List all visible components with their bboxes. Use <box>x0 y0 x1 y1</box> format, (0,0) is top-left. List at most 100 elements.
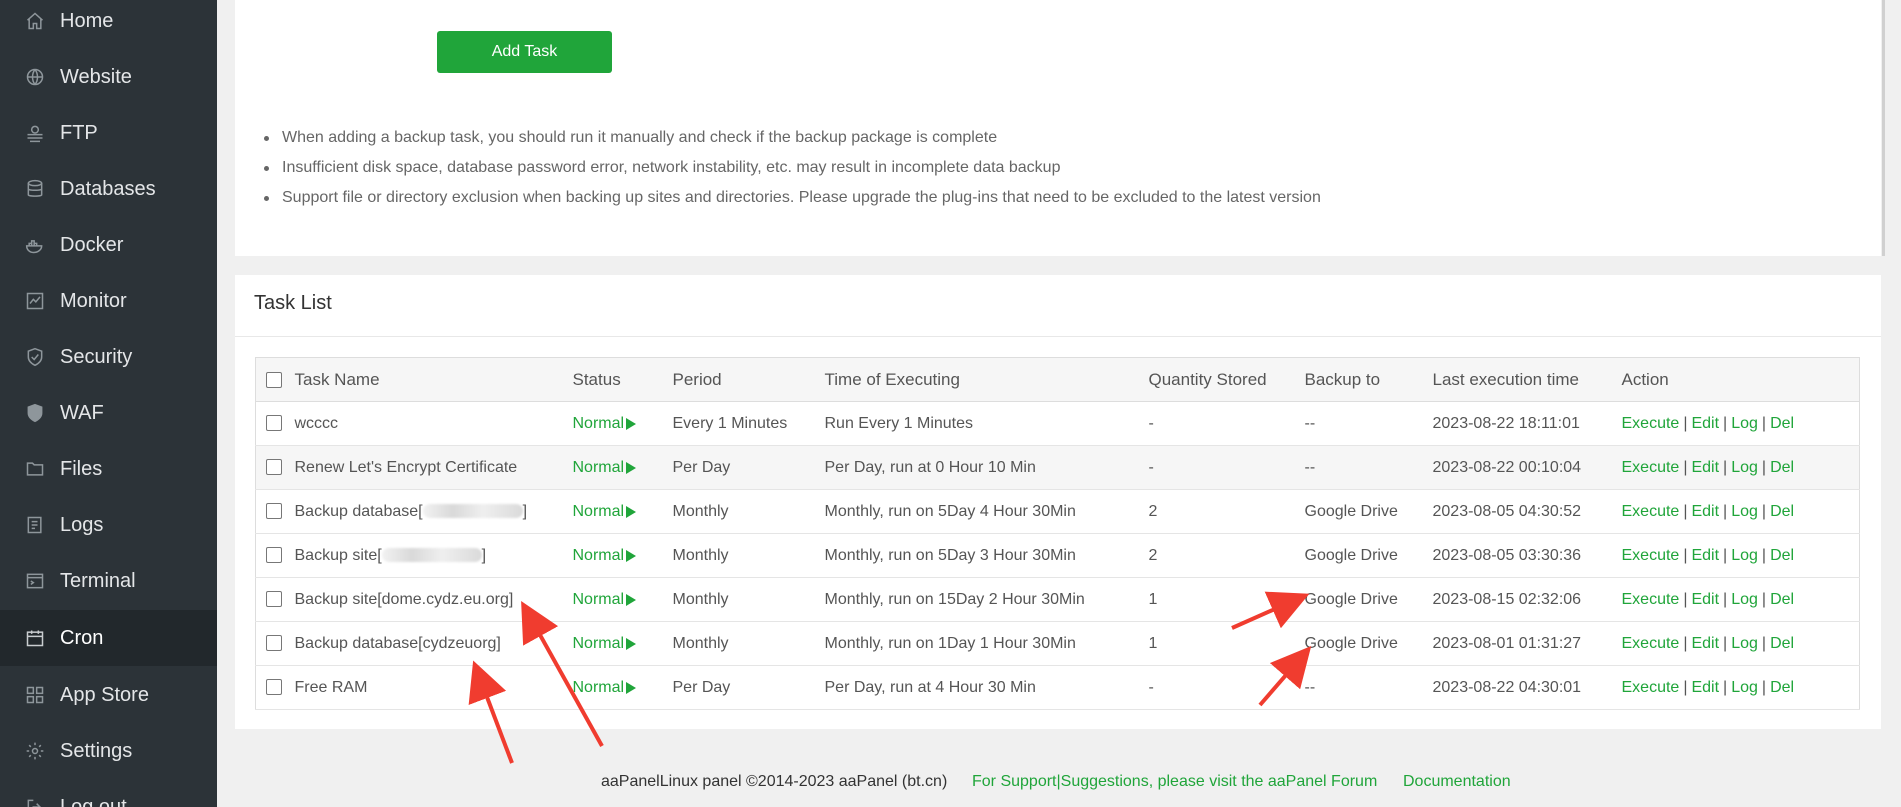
execute-link[interactable]: Execute <box>1622 679 1680 696</box>
log-link[interactable]: Log <box>1731 635 1758 652</box>
sidebar-item-app-store[interactable]: App Store <box>0 667 217 723</box>
action-separator: | <box>1723 546 1728 564</box>
row-checkbox[interactable] <box>266 679 282 696</box>
sidebar-item-security[interactable]: Security <box>0 329 217 385</box>
task-name: Backup site[dome.cydz.eu.org] <box>294 577 573 622</box>
add-task-button[interactable]: Add Task <box>437 31 612 73</box>
execute-link[interactable]: Execute <box>1622 503 1680 520</box>
status-toggle[interactable]: Normal <box>573 503 637 521</box>
row-checkbox[interactable] <box>266 635 282 652</box>
edit-link[interactable]: Edit <box>1691 547 1719 564</box>
play-icon <box>626 505 637 518</box>
log-link[interactable]: Log <box>1731 459 1758 476</box>
task-last-exec: 2023-08-22 00:10:04 <box>1432 445 1622 490</box>
sidebar-item-logout[interactable]: Log out <box>0 779 217 807</box>
column-header: Quantity Stored <box>1148 357 1305 402</box>
task-actions: Execute | Edit | Log | Del <box>1621 577 1860 622</box>
row-checkbox[interactable] <box>266 415 282 432</box>
status-toggle[interactable]: Normal <box>573 635 637 653</box>
ftp-icon <box>24 122 46 144</box>
status-toggle[interactable]: Normal <box>573 591 637 609</box>
page-scrollbar-thumb[interactable] <box>1882 0 1885 256</box>
sidebar-item-cron[interactable]: Cron <box>0 610 217 666</box>
shield-icon <box>24 346 46 368</box>
task-backup-to: -- <box>1304 445 1433 490</box>
delete-link[interactable]: Del <box>1770 591 1794 608</box>
column-header: Action <box>1621 357 1860 402</box>
status-toggle[interactable]: Normal <box>573 547 637 565</box>
task-backup-to: Google Drive <box>1304 577 1433 622</box>
table-row: Backup site[dome.cydz.eu.org] Normal Mon… <box>255 577 1860 622</box>
task-quantity: - <box>1148 445 1305 490</box>
sidebar-item-ftp[interactable]: FTP <box>0 105 217 161</box>
log-link[interactable]: Log <box>1731 503 1758 520</box>
row-checkbox[interactable] <box>266 591 282 608</box>
status-toggle[interactable]: Normal <box>573 415 637 433</box>
delete-link[interactable]: Del <box>1770 503 1794 520</box>
action-separator: | <box>1683 590 1688 608</box>
database-icon <box>24 178 46 200</box>
footer-docs-link[interactable]: Documentation <box>1403 773 1511 791</box>
log-link[interactable]: Log <box>1731 591 1758 608</box>
edit-link[interactable]: Edit <box>1691 591 1719 608</box>
action-separator: | <box>1683 458 1688 476</box>
row-checkbox[interactable] <box>266 503 282 520</box>
row-checkbox[interactable] <box>266 547 282 564</box>
task-actions: Execute | Edit | Log | Del <box>1621 401 1860 446</box>
status-toggle[interactable]: Normal <box>573 679 637 697</box>
table-row: Renew Let's Encrypt Certificate Normal P… <box>255 445 1860 490</box>
log-link[interactable]: Log <box>1731 679 1758 696</box>
sidebar-item-databases[interactable]: Databases <box>0 161 217 217</box>
delete-link[interactable]: Del <box>1770 635 1794 652</box>
delete-link[interactable]: Del <box>1770 547 1794 564</box>
sidebar-item-terminal[interactable]: Terminal <box>0 553 217 609</box>
play-icon <box>626 417 637 430</box>
sidebar-item-settings[interactable]: Settings <box>0 723 217 779</box>
log-link[interactable]: Log <box>1731 547 1758 564</box>
edit-link[interactable]: Edit <box>1691 679 1719 696</box>
sidebar-item-files[interactable]: Files <box>0 441 217 497</box>
execute-link[interactable]: Execute <box>1622 547 1680 564</box>
sidebar-item-logs[interactable]: Logs <box>0 497 217 553</box>
select-all-cell <box>255 357 295 402</box>
edit-link[interactable]: Edit <box>1691 415 1719 432</box>
sidebar-item-label: Logs <box>60 513 104 536</box>
edit-link[interactable]: Edit <box>1691 635 1719 652</box>
action-separator: | <box>1723 458 1728 476</box>
select-all-checkbox[interactable] <box>266 372 282 389</box>
delete-link[interactable]: Del <box>1770 679 1794 696</box>
task-last-exec: 2023-08-05 04:30:52 <box>1432 489 1622 534</box>
task-name: wcccc <box>294 401 573 446</box>
edit-link[interactable]: Edit <box>1691 503 1719 520</box>
redacted-text <box>381 548 482 563</box>
execute-link[interactable]: Execute <box>1622 459 1680 476</box>
sidebar-item-website[interactable]: Website <box>0 49 217 105</box>
log-link[interactable]: Log <box>1731 415 1758 432</box>
sidebar-item-label: Website <box>60 65 132 88</box>
sidebar-item-docker[interactable]: Docker <box>0 217 217 273</box>
execute-link[interactable]: Execute <box>1622 591 1680 608</box>
task-backup-to: Google Drive <box>1304 489 1433 534</box>
edit-link[interactable]: Edit <box>1691 459 1719 476</box>
sidebar-item-label: App Store <box>60 683 149 706</box>
status-label: Normal <box>572 502 625 520</box>
sidebar-item-waf[interactable]: WAF <box>0 385 217 441</box>
execute-link[interactable]: Execute <box>1622 415 1680 432</box>
task-last-exec: 2023-08-15 02:32:06 <box>1432 577 1622 622</box>
sidebar-item-home[interactable]: Home <box>0 0 217 49</box>
column-header: Task Name <box>294 357 573 402</box>
footer-forum-link[interactable]: For Support|Suggestions, please visit th… <box>972 773 1377 791</box>
row-checkbox[interactable] <box>266 459 282 476</box>
execute-link[interactable]: Execute <box>1622 635 1680 652</box>
delete-link[interactable]: Del <box>1770 415 1794 432</box>
logs-icon <box>24 514 46 536</box>
task-list-title: Task List <box>254 292 332 314</box>
delete-link[interactable]: Del <box>1770 459 1794 476</box>
task-period: Per Day <box>672 445 825 490</box>
tip-item: When adding a backup task, you should ru… <box>262 126 1321 156</box>
task-period: Monthly <box>672 577 825 622</box>
sidebar-item-monitor[interactable]: Monitor <box>0 273 217 329</box>
sidebar-item-label: Security <box>60 345 133 368</box>
task-quantity: 1 <box>1148 577 1305 622</box>
status-toggle[interactable]: Normal <box>573 459 637 477</box>
